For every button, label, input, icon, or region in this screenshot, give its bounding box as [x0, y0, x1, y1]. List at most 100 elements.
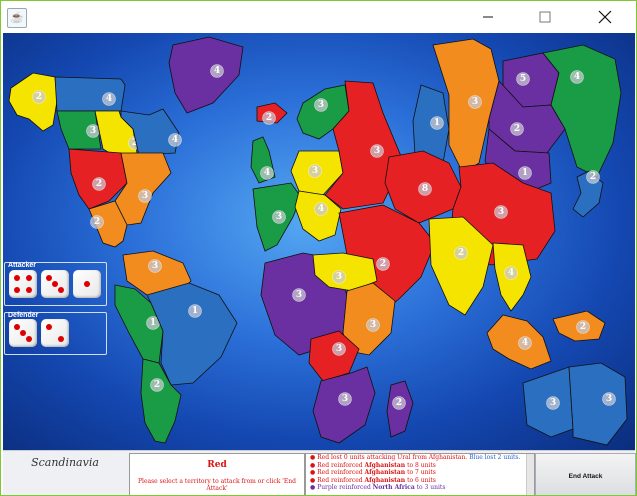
- army-count: 3: [498, 207, 504, 217]
- die-pip: [58, 287, 64, 293]
- territory-western-australia[interactable]: 3: [522, 366, 574, 438]
- die-pip: [84, 281, 90, 287]
- control-bar: Scandinavia Red Please select a territor…: [3, 450, 636, 495]
- current-player: Red: [207, 460, 227, 470]
- army-count: 3: [336, 272, 342, 282]
- minimize-icon: [483, 16, 493, 17]
- territory-eastern-australia[interactable]: 3: [568, 362, 628, 446]
- army-count: 2: [590, 172, 596, 182]
- army-count: 5: [520, 74, 526, 84]
- territory-shape[interactable]: [114, 152, 172, 226]
- attacker-label: Attacker: [8, 262, 37, 269]
- log-text: Afghanistan: [364, 469, 406, 476]
- army-count: 2: [458, 248, 464, 258]
- army-count: 2: [514, 124, 520, 134]
- territory-shape[interactable]: [8, 72, 58, 132]
- territory-eastern-us[interactable]: 3: [114, 152, 172, 226]
- game-log[interactable]: ● Red lost 0 units attacking Ural from A…: [305, 453, 535, 495]
- die-face-4: [9, 270, 37, 298]
- die-pip: [14, 287, 20, 293]
- army-count: 3: [90, 126, 96, 136]
- die-pip: [58, 336, 64, 342]
- log-entry: ● Purple reinforced North Africa to 3 un…: [306, 484, 534, 492]
- army-count: 8: [422, 184, 428, 194]
- territory-northwest-territory[interactable]: 4: [54, 76, 126, 112]
- army-count: 1: [150, 318, 156, 328]
- army-count: 4: [522, 338, 528, 348]
- log-scrollbar[interactable]: [526, 454, 534, 495]
- army-count: 3: [152, 261, 158, 271]
- army-count: 1: [522, 168, 528, 178]
- army-count: 4: [264, 168, 270, 178]
- die-face-2: [41, 319, 69, 347]
- army-count: 4: [172, 135, 178, 145]
- log-text: Red reinforced: [317, 469, 365, 476]
- territory-alberta[interactable]: 3: [56, 110, 102, 150]
- army-count: 3: [550, 398, 556, 408]
- army-count: 3: [142, 191, 148, 201]
- java-icon: ☕: [7, 8, 27, 28]
- army-count: 2: [36, 92, 42, 102]
- die-pip: [46, 275, 52, 281]
- army-count: 3: [296, 290, 302, 300]
- die-pip: [26, 275, 32, 281]
- territory-shape[interactable]: [168, 36, 244, 114]
- territory-alaska[interactable]: 2: [8, 72, 58, 132]
- territory-great-britain[interactable]: 4: [250, 136, 276, 184]
- hovered-territory-name: Scandinavia: [31, 456, 99, 469]
- turn-panel: Red Please select a territory to attack …: [129, 453, 305, 495]
- die-face-3: [9, 319, 37, 347]
- defender-dice-panel: Defender: [4, 312, 107, 355]
- territory-madagascar[interactable]: 2: [386, 380, 414, 438]
- territory-japan[interactable]: 2: [572, 170, 604, 218]
- army-count: 4: [214, 66, 220, 76]
- log-text: to 3 units: [414, 484, 446, 491]
- army-count: 2: [266, 113, 272, 123]
- attacker-dice-panel: Attacker: [4, 262, 107, 306]
- log-text: Red reinforced: [317, 461, 365, 469]
- close-button[interactable]: [582, 1, 628, 32]
- end-attack-button[interactable]: End Attack: [535, 453, 636, 495]
- army-count: 4: [574, 72, 580, 82]
- defender-label: Defender: [8, 312, 39, 319]
- army-count: 4: [508, 268, 514, 278]
- territory-greenland[interactable]: 4: [168, 36, 244, 114]
- log-text: Afghanistan: [364, 476, 406, 484]
- die-face-3: [41, 270, 69, 298]
- army-count: 2: [154, 380, 160, 390]
- die-pip: [26, 287, 32, 293]
- army-count: 4: [318, 204, 324, 214]
- log-entry: ● Red reinforced Afghanistan to 7 units: [306, 469, 534, 477]
- die-face-1: [73, 270, 101, 298]
- territory-siam[interactable]: 4: [492, 242, 532, 312]
- log-text: to 7 units: [405, 469, 436, 476]
- army-count: 2: [94, 217, 100, 227]
- close-icon: [598, 10, 612, 23]
- territory-shape[interactable]: [568, 362, 628, 446]
- maximize-button[interactable]: [522, 1, 568, 32]
- army-count: 3: [318, 100, 324, 110]
- log-text: Purple reinforced: [317, 484, 373, 491]
- title-bar: ☕: [1, 1, 636, 32]
- log-text: Blue lost 2 units.: [469, 454, 521, 461]
- log-text: Red reinforced: [317, 476, 365, 484]
- territory-western-europe[interactable]: 3: [252, 182, 302, 252]
- army-count: 2: [380, 259, 386, 269]
- maximize-icon: [539, 11, 551, 22]
- log-text: to 8 units: [405, 461, 436, 469]
- army-count: 2: [396, 398, 402, 408]
- die-pip: [14, 275, 20, 281]
- die-pip: [14, 324, 20, 330]
- territory-new-guinea[interactable]: 2: [552, 310, 606, 342]
- territory-shape[interactable]: [54, 76, 126, 112]
- army-count: 2: [580, 322, 586, 332]
- army-count: 3: [374, 146, 380, 156]
- territory-indonesia[interactable]: 4: [486, 314, 552, 370]
- die-pip: [52, 281, 58, 287]
- log-entry: ● Red reinforced Afghanistan to 6 units: [306, 477, 534, 485]
- army-count: 2: [96, 179, 102, 189]
- territory-iceland[interactable]: 2: [256, 102, 288, 125]
- log-entry: ● Red reinforced Afghanistan to 8 units: [306, 462, 534, 470]
- log-text: North Africa: [372, 484, 415, 491]
- minimize-button[interactable]: [465, 1, 511, 32]
